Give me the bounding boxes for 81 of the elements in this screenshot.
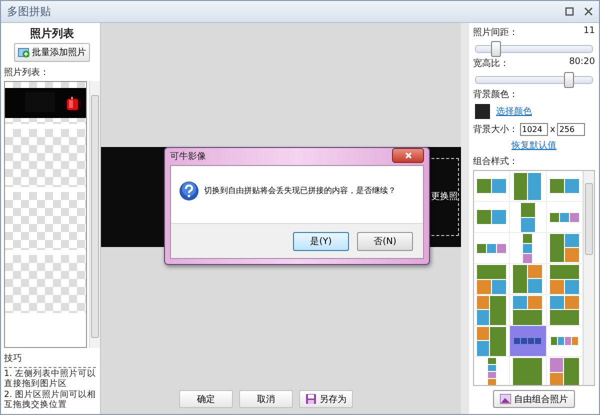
layout-style[interactable] xyxy=(546,295,583,326)
layout-style[interactable] xyxy=(546,326,583,357)
layout-style[interactable] xyxy=(474,295,510,326)
dialog-message: 切换到自由拼贴将会丢失现已拼接的内容，是否继续？ xyxy=(204,185,396,196)
slider-label: 照片间距： xyxy=(473,26,518,39)
layout-style[interactable] xyxy=(474,264,510,295)
slider-value: 11 xyxy=(584,26,595,38)
photo-slot[interactable] xyxy=(5,82,86,124)
layout-style[interactable] xyxy=(546,202,583,233)
slider-label: 宽高比： xyxy=(473,58,509,70)
layout-style[interactable] xyxy=(474,171,510,202)
close-icon[interactable] xyxy=(584,7,593,16)
height-field[interactable]: 256 xyxy=(557,123,586,136)
close-icon xyxy=(404,152,412,158)
image-icon xyxy=(500,394,511,404)
choose-color-link[interactable]: 选择颜色 xyxy=(496,104,532,118)
layout-icon xyxy=(477,296,506,324)
save-as-button[interactable]: 另存为 xyxy=(299,390,353,408)
scrollbar[interactable] xyxy=(583,171,594,385)
layout-style[interactable] xyxy=(474,233,510,264)
layout-icon xyxy=(477,210,506,224)
layout-icon xyxy=(550,179,579,193)
layout-icon xyxy=(477,326,506,356)
layout-icon xyxy=(550,264,579,294)
frame-text: 更换照 xyxy=(431,190,458,203)
field-label: 背景颜色： xyxy=(473,88,519,101)
question-icon xyxy=(179,180,199,200)
width-field[interactable]: 1024 xyxy=(520,123,548,136)
layout-style[interactable] xyxy=(546,171,583,202)
size-separator: x xyxy=(550,124,556,134)
layout-style[interactable] xyxy=(546,233,583,264)
window-title: 多图拼贴 xyxy=(7,4,52,19)
layout-style[interactable] xyxy=(510,264,547,295)
layout-icon xyxy=(488,358,496,385)
tip-text: 2. 图片区照片间可以相互拖拽交换位置 xyxy=(4,390,96,410)
reset-link[interactable]: 恢复默认值 xyxy=(512,141,556,151)
scrollbar[interactable] xyxy=(89,81,100,348)
slider-value: 80:20 xyxy=(569,57,595,69)
color-swatch[interactable] xyxy=(475,104,490,119)
list-label: 照片列表： xyxy=(4,66,50,79)
dialog-title: 可牛影像 xyxy=(170,150,206,163)
layout-icon xyxy=(550,358,579,385)
layout-icon xyxy=(550,212,579,222)
layout-style[interactable] xyxy=(510,326,547,357)
close-button[interactable] xyxy=(392,148,424,162)
layout-style[interactable] xyxy=(474,326,510,357)
layout-icon xyxy=(550,337,578,345)
tips-title: 技巧 xyxy=(4,352,96,368)
layout-style[interactable] xyxy=(510,233,547,264)
add-photos-button[interactable]: 批量添加照片 xyxy=(14,43,90,62)
maximize-icon[interactable] xyxy=(565,7,574,16)
layout-icon xyxy=(514,338,542,344)
slider-thumb[interactable] xyxy=(564,72,574,88)
ok-button[interactable]: 确定 xyxy=(179,390,233,408)
layout-icon xyxy=(513,296,542,324)
field-label: 组合样式： xyxy=(473,156,519,168)
layout-style[interactable] xyxy=(510,202,547,233)
layout-icon xyxy=(550,234,579,262)
add-image-icon xyxy=(18,48,30,58)
tip-text: 1. 左侧列表中照片可以直接拖到图片区 xyxy=(4,369,96,389)
field-label: 背景大小： xyxy=(473,124,518,136)
layout-icon xyxy=(477,179,506,193)
layout-style[interactable] xyxy=(510,357,547,385)
no-button[interactable]: 否(N) xyxy=(357,232,413,250)
layout-icon xyxy=(477,244,506,252)
panel-heading: 照片列表 xyxy=(29,26,75,41)
slider-thumb[interactable] xyxy=(490,41,501,57)
cancel-button[interactable]: 取消 xyxy=(239,390,293,408)
layout-icon xyxy=(523,234,532,262)
free-collage-button[interactable]: 自由组合照片 xyxy=(493,390,575,408)
layout-icon xyxy=(520,202,535,232)
layout-icon xyxy=(550,296,579,324)
layout-icon xyxy=(514,172,542,200)
layout-style[interactable] xyxy=(474,202,510,233)
layout-style[interactable] xyxy=(510,295,547,326)
yes-button[interactable]: 是(Y) xyxy=(293,232,349,250)
layout-icon xyxy=(513,358,542,385)
layout-style[interactable] xyxy=(510,171,547,202)
layout-style[interactable] xyxy=(546,264,583,295)
layout-icon xyxy=(477,264,506,294)
layout-icon xyxy=(513,265,542,293)
